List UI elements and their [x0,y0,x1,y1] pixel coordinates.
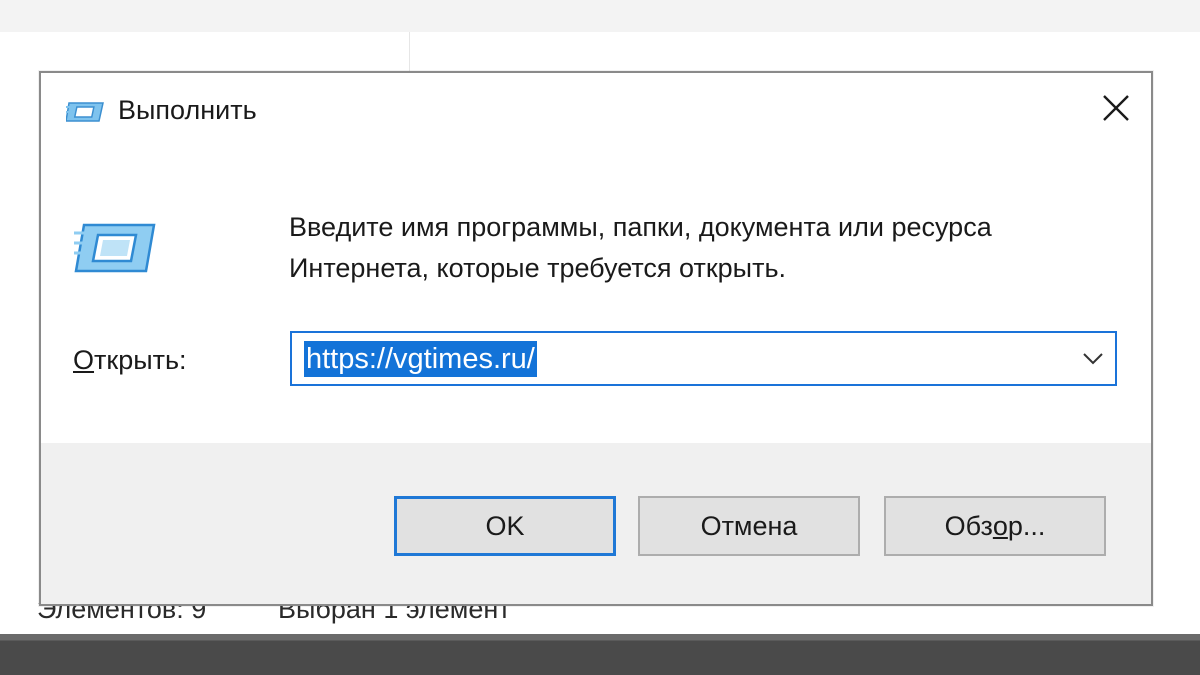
explorer-toolbar [0,0,1200,32]
run-large-icon [74,221,156,275]
open-label-text: ткрыть: [94,345,187,375]
open-combobox[interactable]: https://vgtimes.ru/ [290,331,1117,386]
browse-label-pre: Обз [944,510,993,541]
cancel-button[interactable]: Отмена [638,496,860,556]
browse-button[interactable]: Обз о р... [884,496,1106,556]
browse-label-mnemonic: о [992,510,1008,541]
browse-label-post: р... [1007,510,1046,541]
run-icon [65,97,106,125]
open-label-mnemonic: О [73,345,95,375]
run-dialog: Выполнить Введите имя программы, папки, … [39,71,1153,606]
close-button[interactable] [1089,85,1143,135]
close-icon [1102,94,1130,127]
dialog-description: Введите имя программы, папки, документа … [289,212,992,283]
dropdown-button[interactable] [1081,348,1105,370]
dialog-footer: OK Отмена Обз о р... [41,443,1151,604]
explorer-divider [409,32,410,72]
chevron-down-icon [1083,353,1103,365]
dialog-title: Выполнить [118,95,257,125]
taskbar [0,634,1200,675]
ok-button[interactable]: OK [394,496,616,556]
open-label: Открыть: [73,345,187,376]
title-bar[interactable]: Выполнить [41,73,1151,151]
open-input-value[interactable]: https://vgtimes.ru/ [304,341,537,377]
